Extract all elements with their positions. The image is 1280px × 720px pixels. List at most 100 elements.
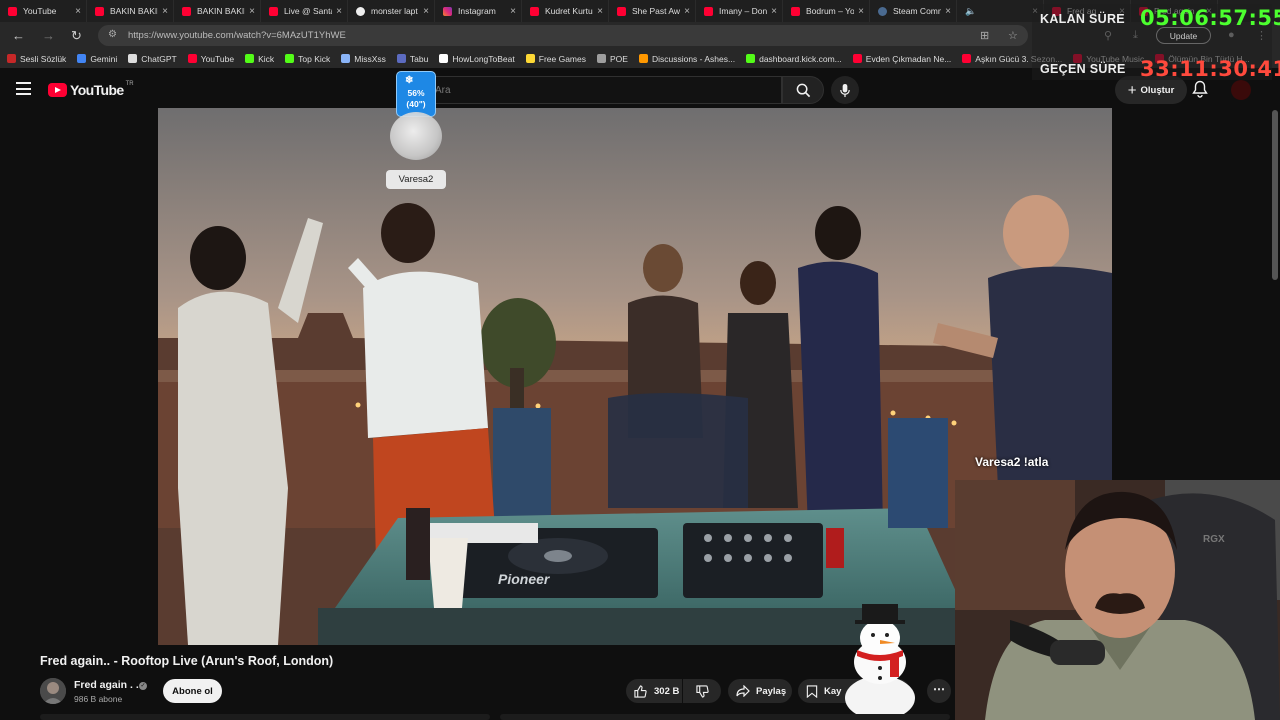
tab-label: BAKIN BAKIN — [110, 6, 159, 16]
browser-tab[interactable]: Bodrum – Yo × — [783, 0, 870, 22]
svg-text:Pioneer: Pioneer — [498, 571, 551, 587]
bookmark-item[interactable]: MissXss — [341, 54, 386, 64]
bookmark-item[interactable]: Gemini — [77, 54, 117, 64]
close-tab-icon[interactable]: × — [510, 6, 516, 17]
bookmark-label: Top Kick — [298, 53, 331, 64]
menu-hamburger-icon[interactable] — [16, 82, 31, 95]
close-tab-icon[interactable]: × — [423, 6, 429, 17]
browser-tab[interactable]: She Past Awa × — [609, 0, 696, 22]
channel-name[interactable]: Fred again . . — [74, 679, 139, 691]
site-info-icon[interactable]: ⚙ — [108, 29, 117, 40]
browser-tab[interactable]: Instagram × — [435, 0, 522, 22]
browser-tab[interactable]: Imany – Don × — [696, 0, 783, 22]
update-label: Update — [1169, 30, 1198, 41]
bookmark-favicon-icon — [597, 54, 606, 63]
youtube-logo[interactable]: YouTube TR — [48, 81, 134, 98]
poll-percent: 56% — [407, 88, 425, 98]
search-input[interactable]: Ara — [420, 76, 782, 104]
bookmark-item[interactable]: HowLongToBeat — [439, 54, 515, 64]
close-tab-icon[interactable]: × — [771, 6, 777, 17]
bookmark-item[interactable]: dashboard.kick.com... — [746, 54, 842, 64]
close-tab-icon[interactable]: × — [597, 6, 603, 17]
bookmark-item[interactable]: YouTube — [187, 53, 235, 64]
instagram-icon — [443, 6, 452, 16]
bookmark-item[interactable]: Discussions - Ashes... — [638, 54, 735, 64]
tab-label: YouTube — [23, 6, 57, 16]
search-placeholder: Ara — [435, 84, 451, 96]
tab-label: Steam Comm — [893, 6, 942, 16]
recommendation-strip[interactable] — [500, 714, 950, 720]
youtube-icon — [182, 6, 191, 16]
close-tab-icon[interactable]: × — [858, 6, 864, 17]
tab-label: BAKIN BAKIN — [197, 6, 246, 16]
snowball-graphic — [390, 112, 442, 160]
microphone-icon — [840, 83, 850, 97]
elapsed-value: 33:11:30:41 — [1140, 57, 1280, 81]
bookmark-favicon-icon — [128, 54, 138, 63]
search-button[interactable] — [782, 76, 824, 104]
bookmark-label: dashboard.kick.com... — [759, 53, 842, 64]
url-text: https://www.youtube.com/watch?v=6MAzUT1Y… — [128, 30, 346, 41]
browser-tab[interactable]: Live @ Santa × — [261, 0, 348, 22]
browser-tab[interactable]: 🔈× — [957, 0, 1044, 22]
chat-message: Varesa2 !atla — [975, 455, 1048, 469]
bookmark-label: ChatGPT — [141, 53, 177, 64]
bookmark-item[interactable]: Tabu — [396, 54, 428, 64]
close-tab-icon[interactable]: × — [945, 6, 951, 17]
voice-search-button[interactable] — [831, 76, 859, 104]
update-button[interactable]: Update — [1156, 27, 1211, 44]
snowman-sticker — [845, 604, 915, 720]
save-icon — [806, 684, 818, 698]
search-icon — [796, 83, 810, 97]
browser-tab[interactable]: Steam Comm × — [870, 0, 957, 22]
dislike-button[interactable] — [683, 679, 721, 703]
bookmark-item[interactable]: Sesli Sözlük — [7, 54, 66, 64]
browser-tab[interactable]: Kudret Kurtu × — [522, 0, 609, 22]
bookmark-favicon-icon — [852, 54, 862, 63]
poll-badge: ❄ 56% (40") — [396, 71, 436, 117]
bookmark-item[interactable]: Kick — [245, 54, 274, 64]
webcam-frame: RGX — [955, 480, 1280, 720]
browser-tab[interactable]: YouTube × — [0, 0, 87, 22]
bookmark-item[interactable]: Free Games — [525, 54, 586, 64]
github-icon — [356, 6, 365, 16]
close-tab-icon[interactable]: × — [75, 6, 81, 17]
page-scrollbar[interactable] — [1272, 110, 1278, 280]
bookmark-label: MissXss — [354, 53, 386, 64]
speaker-icon: 🔈 — [965, 5, 977, 16]
stream-timer-overlay: KALAN SÜRE 05:06:57:55 GEÇEN SÜRE 33:11:… — [1032, 4, 1280, 81]
youtube-icon — [95, 6, 104, 16]
bookmark-item[interactable]: Top Kick — [285, 54, 330, 64]
browser-tab[interactable]: BAKIN BAKIN × — [87, 0, 174, 22]
channel-avatar[interactable] — [40, 678, 66, 704]
bookmark-favicon-icon — [962, 54, 972, 63]
subscriber-count: 986 B abone — [74, 694, 123, 704]
apps-icon[interactable]: ⊞ — [980, 29, 989, 42]
bookmark-star-icon[interactable]: ☆ — [1008, 29, 1018, 42]
account-avatar[interactable] — [1231, 80, 1251, 100]
close-tab-icon[interactable]: × — [249, 6, 255, 17]
close-tab-icon[interactable]: × — [336, 6, 342, 17]
more-actions-icon[interactable]: ⋯ — [927, 679, 951, 703]
bookmark-item[interactable]: POE — [597, 54, 628, 64]
back-icon[interactable]: ← — [12, 28, 25, 43]
bookmark-item[interactable]: Evden Çıkmadan Ne... — [852, 54, 951, 64]
bookmark-favicon-icon — [77, 54, 87, 63]
browser-tab[interactable]: BAKIN BAKIN × — [174, 0, 261, 22]
bookmark-item[interactable]: ChatGPT — [128, 53, 177, 64]
bookmark-favicon-icon — [7, 54, 16, 63]
bookmark-favicon-icon — [746, 54, 756, 63]
share-button[interactable]: Paylaş — [728, 679, 792, 703]
browser-tab[interactable]: monster lapt × — [348, 0, 435, 22]
url-field[interactable]: ⚙ https://www.youtube.com/watch?v=6MAzUT… — [98, 25, 1028, 46]
notifications-bell-icon[interactable] — [1192, 80, 1208, 98]
poll-seconds: (40") — [406, 99, 426, 109]
close-tab-icon[interactable]: × — [162, 6, 168, 17]
subscribe-button[interactable]: Abone ol — [163, 679, 222, 703]
bookmark-label: YouTube — [200, 53, 235, 64]
close-tab-icon[interactable]: × — [684, 6, 690, 17]
like-button[interactable]: 302 B — [626, 679, 682, 703]
description-box[interactable] — [40, 714, 490, 720]
reload-icon[interactable]: ↻ — [71, 28, 82, 44]
forward-icon[interactable]: → — [42, 28, 55, 43]
